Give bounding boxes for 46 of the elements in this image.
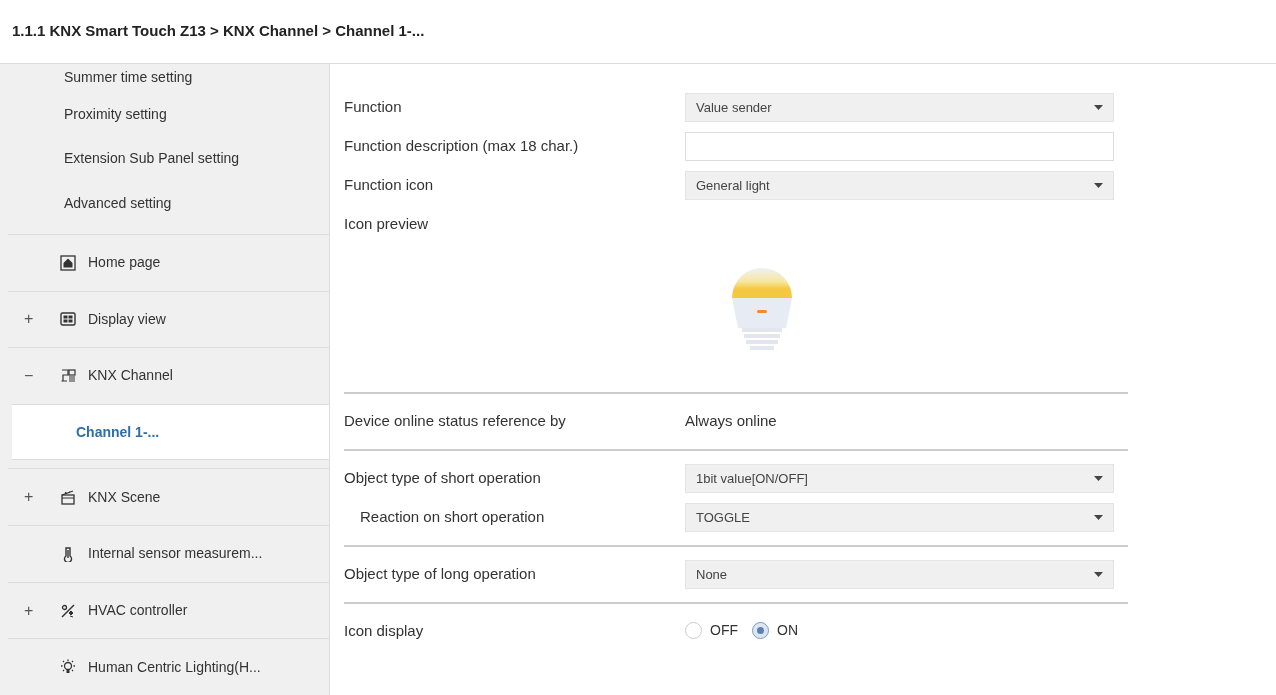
sidebar-item[interactable]: Home page: [8, 233, 329, 291]
sidebar-item[interactable]: Advanced setting: [0, 181, 329, 226]
text-field[interactable]: [685, 132, 1114, 161]
clapperboard-icon: [60, 489, 76, 506]
caret-icon: [1094, 572, 1103, 577]
sidebar-item[interactable]: − KNX Channel: [8, 347, 329, 404]
dropdown[interactable]: General light: [685, 171, 1114, 200]
expander-toggle[interactable]: +: [8, 307, 60, 332]
dropdown[interactable]: None: [685, 560, 1114, 589]
field-label: Reaction on short operation: [359, 507, 546, 527]
radio-option[interactable]: ON: [752, 620, 798, 641]
field-label: Object type of short operation: [344, 468, 542, 488]
dropdown[interactable]: 1bit value[ON/OFF]: [685, 464, 1114, 493]
sidebar-item[interactable]: Summer time setting: [0, 64, 329, 92]
grid-icon: [60, 311, 76, 328]
field-label: Icon display: [344, 621, 425, 641]
sidebar-item[interactable]: + KNX Scene: [8, 468, 329, 526]
bulb-icon: [60, 659, 76, 676]
caret-icon: [1094, 515, 1103, 520]
expander-toggle[interactable]: +: [8, 485, 60, 510]
caret-icon: [1094, 476, 1103, 481]
sidebar-item[interactable]: + Display view: [8, 290, 329, 348]
sidebar-item[interactable]: Human Centric Lighting(H...: [8, 638, 329, 695]
sidebar-item[interactable]: Extension Sub Panel setting: [0, 136, 329, 182]
hvac-icon: [60, 602, 76, 619]
home-icon: [60, 254, 76, 271]
expander-toggle[interactable]: −: [8, 364, 60, 388]
caret-icon: [1094, 105, 1103, 110]
radio-option[interactable]: OFF: [685, 620, 738, 641]
expander-toggle[interactable]: +: [8, 598, 60, 623]
field-label: Icon preview: [344, 214, 430, 234]
field-label: Function icon: [344, 175, 435, 195]
field-label: Device online status reference by: [344, 411, 567, 431]
channel-icon: [60, 368, 76, 384]
sidebar-item[interactable]: + HVAC controller: [8, 581, 329, 639]
status-value: Always online: [685, 411, 777, 431]
field-label: Function: [344, 97, 403, 117]
field-label: Object type of long operation: [344, 564, 537, 584]
field-label: Function description (max 18 char.): [344, 136, 580, 156]
breadcrumb-title: 1.1.1 KNX Smart Touch Z13 > KNX Channel > Channel 1-...: [12, 21, 425, 42]
dropdown[interactable]: TOGGLE: [685, 503, 1114, 532]
sidebar-item[interactable]: Channel 1-...: [12, 403, 329, 461]
sidebar-item[interactable]: Internal sensor measurem...: [8, 525, 329, 582]
sidebar-item[interactable]: Proximity setting: [0, 91, 329, 137]
dropdown[interactable]: Value sender: [685, 93, 1114, 122]
caret-icon: [1094, 183, 1103, 188]
